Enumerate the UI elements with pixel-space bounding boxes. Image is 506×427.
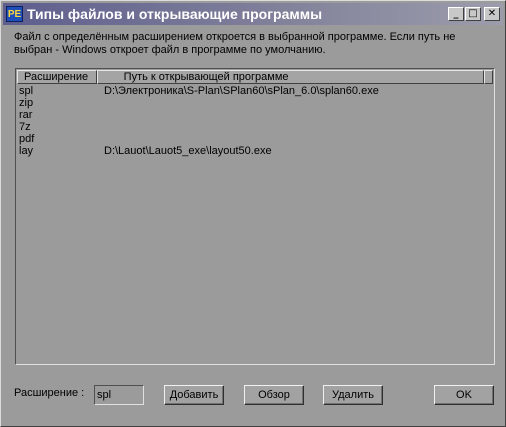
list-item[interactable]: rar [18,109,492,121]
column-header-path[interactable]: Путь к открывающей программе [96,70,485,84]
list-item-extension: spl [19,85,34,97]
list-item-path: D:\Lauot\Lauot5_exe\layout50.exe [104,145,272,157]
close-icon: ✕ [487,8,497,19]
column-header-filler [484,70,493,84]
minimize-button[interactable]: _ [448,7,464,21]
add-button[interactable]: Добавить [164,385,224,405]
list-item-extension: lay [19,145,34,157]
list-item[interactable]: zip [18,97,492,109]
file-types-list[interactable]: Расширение Путь к открывающей программе … [15,68,495,365]
list-item-path: D:\Электроника\S-Plan\SPlan60\sPlan_6.0\… [104,85,379,97]
extension-input[interactable] [94,385,144,405]
column-header-extension[interactable]: Расширение [17,70,97,84]
window-title: Типы файлов и открывающие программы [27,6,323,22]
ok-button[interactable]: OK [434,385,494,405]
file-types-dialog: PE Типы файлов и открывающие программы _… [0,0,506,427]
list-item-extension: 7z [19,121,31,133]
browse-button[interactable]: Обзор [244,385,304,405]
app-icon: PE [6,6,23,22]
list-item-extension: rar [19,109,33,121]
list-item[interactable]: pdf [18,133,492,145]
maximize-button[interactable]: □ [465,7,481,21]
extension-label: Расширение : [14,387,85,399]
list-rows: spl D:\Электроника\S-Plan\SPlan60\sPlan_… [18,85,492,157]
list-item-extension: pdf [19,133,35,145]
list-item[interactable]: lay D:\Lauot\Lauot5_exe\layout50.exe [18,145,492,157]
delete-button[interactable]: Удалить [323,385,383,405]
list-item[interactable]: spl D:\Электроника\S-Plan\SPlan60\sPlan_… [18,85,492,97]
list-item[interactable]: 7z [18,121,492,133]
close-button[interactable]: ✕ [484,7,500,21]
description-text: Файл с определённым расширением откроетс… [14,31,456,56]
list-item-extension: zip [19,97,34,109]
list-header: Расширение Путь к открывающей программе [17,70,493,84]
title-bar[interactable]: PE Типы файлов и открывающие программы _… [3,3,503,25]
minimize-icon: _ [453,8,459,19]
maximize-icon: □ [468,8,478,19]
